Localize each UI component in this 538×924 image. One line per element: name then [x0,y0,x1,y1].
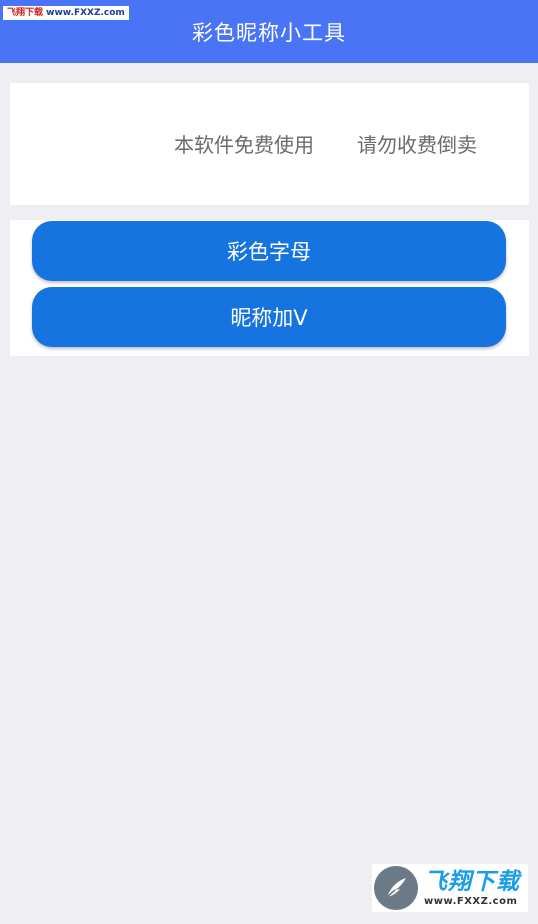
watermark-logo-title: 飞翔下载 [424,869,520,895]
watermark-top-site: www.FXXZ.com [46,8,125,18]
page-title: 彩色昵称小工具 [192,20,346,45]
watermark-top-label: 飞翔下载 [7,8,44,18]
colorful-letters-button[interactable]: 彩色字母 [32,221,506,281]
nickname-add-v-button[interactable]: 昵称加V [32,287,506,347]
feather-logo-icon [374,866,418,910]
watermark-top: 飞翔下载 www.FXXZ.com [3,6,129,20]
notice-free-text: 本软件免费使用 [174,133,314,157]
watermark-logo: 飞翔下载 www.FXXZ.com [372,864,528,912]
notice-no-resale-text: 请勿收费倒卖 [357,133,477,157]
watermark-logo-url: www.FXXZ.com [424,896,518,907]
